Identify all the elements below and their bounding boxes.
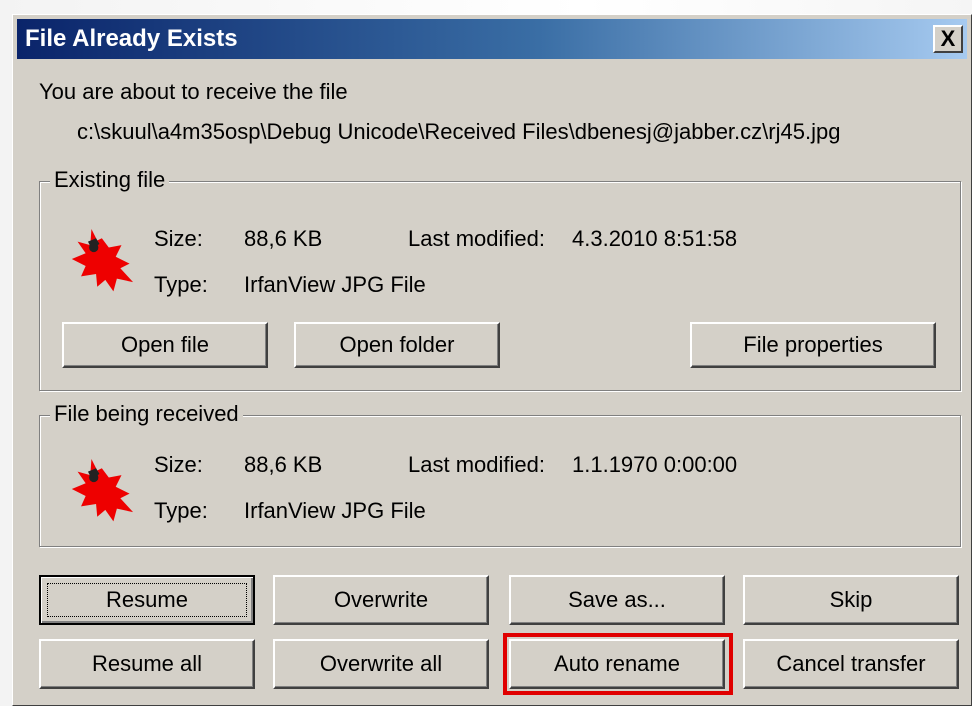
open-folder-button[interactable]: Open folder [294, 322, 500, 368]
auto-rename-highlight [503, 633, 733, 695]
existing-modified-label: Last modified: [408, 226, 545, 251]
file-exists-dialog: File Already Exists X You are about to r… [12, 14, 972, 706]
existing-file-group: Existing file Size: 88,6 KB Last modifie… [39, 167, 961, 391]
received-type-value: IrfanView JPG File [244, 498, 426, 523]
close-button[interactable]: X [933, 25, 963, 53]
irfanview-icon [71, 228, 134, 292]
received-size-label: Size: [154, 452, 203, 477]
file-properties-button[interactable]: File properties [690, 322, 936, 368]
close-icon: X [940, 26, 956, 51]
existing-modified-value: 4.3.2010 8:51:58 [572, 226, 738, 251]
existing-file-legend: Existing file [50, 167, 170, 193]
file-path-text: c:\skuul\a4m35osp\Debug Unicode\Received… [77, 119, 841, 144]
received-modified-value: 1.1.1970 0:00:00 [572, 452, 738, 477]
received-type-label: Type: [154, 498, 208, 523]
overwrite-all-button[interactable]: Overwrite all [273, 639, 489, 689]
skip-button[interactable]: Skip [743, 575, 959, 625]
existing-size-label: Size: [154, 226, 203, 251]
open-file-button[interactable]: Open file [62, 322, 268, 368]
received-file-group: File being received Size: 88,6 KB Last m… [39, 401, 961, 547]
irfanview-icon [71, 458, 134, 522]
received-size-value: 88,6 KB [244, 452, 323, 477]
existing-type-label: Type: [154, 272, 208, 297]
received-file-legend: File being received [50, 401, 243, 427]
focus-rectangle [47, 583, 247, 617]
cancel-transfer-button[interactable]: Cancel transfer [743, 639, 959, 689]
save-as-button[interactable]: Save as... [509, 575, 725, 625]
overwrite-button[interactable]: Overwrite [273, 575, 489, 625]
dialog-title: File Already Exists [25, 25, 238, 52]
resume-all-button[interactable]: Resume all [39, 639, 255, 689]
existing-type-value: IrfanView JPG File [244, 272, 426, 297]
received-modified-label: Last modified: [408, 452, 545, 477]
resume-button[interactable]: Resume [39, 575, 255, 625]
title-bar[interactable]: File Already Exists X [17, 19, 967, 59]
intro-text: You are about to receive the file [39, 79, 348, 104]
existing-size-value: 88,6 KB [244, 226, 323, 251]
